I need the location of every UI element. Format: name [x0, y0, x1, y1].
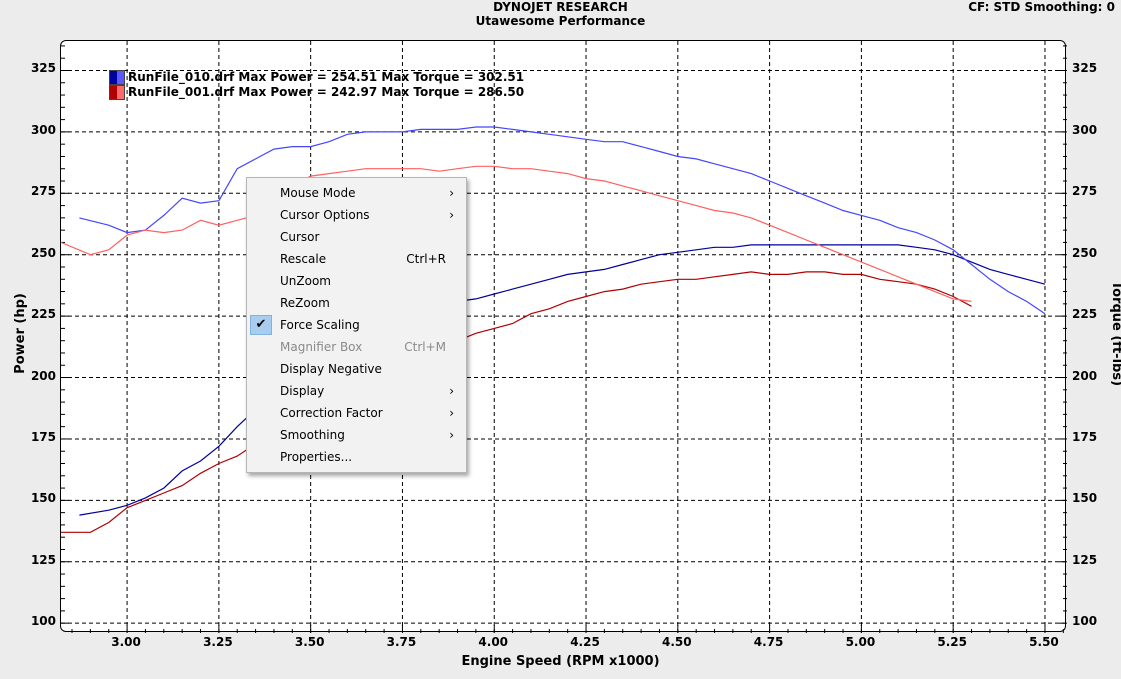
menu-item-smoothing[interactable]: Smoothing › — [247, 424, 466, 446]
shop-name: Utawesome Performance — [475, 14, 646, 28]
y-tick-label-left: 250 — [30, 245, 56, 260]
y-tick-label-right: 200 — [1072, 368, 1098, 383]
x-tick-label: 3.75 — [386, 635, 417, 649]
y-axis-label-left: Power (hp) — [12, 293, 28, 374]
legend-swatch-run010 — [109, 70, 125, 85]
menu-item-label: ReZoom — [280, 296, 330, 310]
y-tick-label-right: 275 — [1072, 184, 1098, 199]
x-axis-label: Engine Speed (RPM x1000) — [461, 654, 660, 669]
menu-item-label: Magnifier Box — [280, 340, 363, 354]
x-tick-label: 4.75 — [753, 635, 784, 649]
y-tick-label-left: 150 — [30, 491, 56, 506]
app-title: DYNOJET RESEARCH — [493, 0, 628, 14]
x-tick-label: 5.25 — [937, 635, 967, 649]
y-tick-label-right: 325 — [1072, 61, 1098, 76]
menu-item-properties[interactable]: Properties... — [247, 446, 466, 468]
y-tick-label-left: 300 — [30, 122, 56, 137]
menu-item-label: Properties... — [280, 450, 353, 464]
x-tick-label: 5.00 — [845, 635, 876, 649]
y-tick-label-left: 200 — [30, 368, 56, 383]
menu-item-label: Display Negative — [280, 362, 382, 376]
series-line-runfile010drf-power — [79, 244, 1046, 516]
plot-area[interactable] — [60, 40, 1067, 633]
menu-item-label: Cursor Options — [280, 208, 370, 222]
x-tick-label: 3.50 — [294, 635, 325, 649]
y-tick-label-left: 275 — [30, 184, 56, 199]
y-tick-label-right: 250 — [1072, 245, 1098, 260]
x-tick-label: 4.25 — [570, 635, 600, 649]
menu-item-display[interactable]: Display › — [247, 380, 466, 402]
y-tick-label-left: 100 — [30, 614, 56, 629]
menu-item-unzoom[interactable]: UnZoom — [247, 270, 466, 292]
x-tick-label: 4.50 — [662, 635, 692, 649]
y-tick-label-left: 325 — [30, 61, 56, 76]
menu-item-cursor[interactable]: Cursor — [247, 226, 466, 248]
menu-item-label: Display — [280, 384, 325, 398]
x-tick-label: 5.50 — [1029, 635, 1059, 649]
submenu-arrow-icon: › — [449, 384, 454, 398]
x-tick-label: 4.00 — [478, 635, 509, 649]
submenu-arrow-icon: › — [449, 406, 454, 420]
legend: RunFile_010.drf Max Power = 254.51 Max T… — [109, 70, 524, 100]
x-tick-label: 3.25 — [203, 635, 233, 649]
x-tick-label: 3.00 — [111, 635, 141, 649]
correction-factor-info: CF: STD Smoothing: 0 — [968, 0, 1115, 14]
menu-item-label: Smoothing — [280, 428, 345, 442]
menu-item-display-negative[interactable]: Display Negative — [247, 358, 466, 380]
series-line-runfile001drf-torque — [61, 165, 972, 302]
series-line-runfile001drf-power — [61, 271, 972, 533]
y-tick-label-left: 175 — [30, 429, 56, 444]
legend-swatch-run001 — [109, 85, 125, 100]
menu-item-mouse-mode[interactable]: Mouse Mode › — [247, 182, 466, 204]
menu-item-cursor-options[interactable]: Cursor Options › — [247, 204, 466, 226]
menu-item-label: Force Scaling — [280, 318, 360, 332]
y-tick-label-left: 125 — [30, 552, 56, 567]
y-tick-label-right: 100 — [1072, 614, 1098, 629]
submenu-arrow-icon: › — [449, 186, 454, 200]
menu-item-label: Correction Factor — [280, 406, 383, 420]
menu-item-label: Cursor — [280, 230, 320, 244]
menu-shortcut: Ctrl+M — [404, 340, 446, 354]
menu-item-label: Rescale — [280, 252, 327, 266]
y-tick-label-left: 225 — [30, 307, 56, 322]
y-tick-label-right: 125 — [1072, 552, 1098, 567]
checkmark-icon: ✔ — [250, 315, 272, 335]
y-tick-label-right: 175 — [1072, 429, 1098, 444]
menu-item-rezoom[interactable]: ReZoom — [247, 292, 466, 314]
menu-item-magnifier-box: Magnifier Box Ctrl+M — [247, 336, 466, 358]
y-tick-label-right: 300 — [1072, 122, 1098, 137]
menu-shortcut: Ctrl+R — [406, 252, 446, 266]
menu-item-force-scaling[interactable]: ✔ Force Scaling — [247, 314, 466, 336]
y-tick-label-right: 225 — [1072, 307, 1098, 322]
legend-row-run010[interactable]: RunFile_010.drf Max Power = 254.51 Max T… — [109, 70, 524, 85]
submenu-arrow-icon: › — [449, 428, 454, 442]
dyno-chart[interactable] — [61, 41, 1067, 633]
menu-item-correction-factor[interactable]: Correction Factor › — [247, 402, 466, 424]
legend-row-run001[interactable]: RunFile_001.drf Max Power = 242.97 Max T… — [109, 85, 524, 100]
series-line-runfile010drf-torque — [79, 126, 1046, 315]
menu-item-label: Mouse Mode — [280, 186, 356, 200]
menu-item-label: UnZoom — [280, 274, 331, 288]
y-tick-label-right: 150 — [1072, 491, 1098, 506]
legend-text-run010: RunFile_010.drf Max Power = 254.51 Max T… — [128, 70, 525, 84]
legend-text-run001: RunFile_001.drf Max Power = 242.97 Max T… — [128, 85, 525, 99]
context-menu[interactable]: Mouse Mode › Cursor Options › Cursor Rescale C… — [246, 177, 467, 473]
submenu-arrow-icon: › — [449, 208, 454, 222]
menu-item-rescale[interactable]: Rescale Ctrl+R — [247, 248, 466, 270]
